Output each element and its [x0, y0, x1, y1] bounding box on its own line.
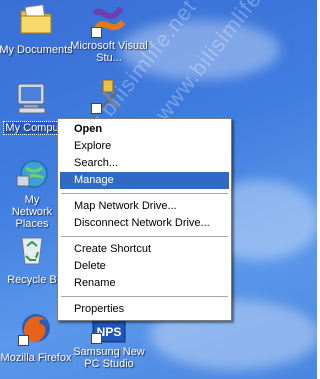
shortcut-arrow-icon	[91, 27, 102, 38]
menu-item-delete[interactable]: Delete	[60, 258, 229, 275]
menu-item-open[interactable]: Open	[60, 121, 229, 138]
desktop-icon-label: Recycle B	[7, 274, 57, 286]
recycle-bin-icon	[14, 232, 50, 268]
nps-icon: NPS	[91, 318, 127, 344]
desktop-icon-label: My Compu	[3, 121, 61, 135]
network-places-icon	[14, 156, 50, 192]
menu-item-rename[interactable]: Rename	[60, 275, 229, 292]
menu-item-map-network-drive[interactable]: Map Network Drive...	[60, 198, 229, 215]
desktop-icon-visual-studio[interactable]: Microsoft Visual Stu...	[67, 2, 151, 66]
menu-item-disconnect-network-drive[interactable]: Disconnect Network Drive...	[60, 215, 229, 232]
my-computer-icon	[14, 80, 50, 116]
visual-studio-icon	[91, 2, 127, 38]
menu-separator	[61, 236, 228, 237]
shortcut-arrow-icon	[91, 333, 102, 344]
desktop: www.bilisimlife.net www.bilisimlife.net …	[0, 0, 317, 379]
desktop-icon-label: My Network Places	[11, 194, 53, 230]
desktop-icon-label: My Documents	[0, 44, 73, 56]
menu-item-explore[interactable]: Explore	[60, 138, 229, 155]
desktop-icon-label: Samsung New PC Studio	[73, 346, 145, 370]
desktop-icon-samsung-pc-studio[interactable]: NPS Samsung New PC Studio	[67, 318, 151, 372]
desktop-icon-label: Microsoft Visual Stu...	[70, 40, 148, 64]
menu-item-create-shortcut[interactable]: Create Shortcut	[60, 241, 229, 258]
menu-item-search[interactable]: Search...	[60, 155, 229, 172]
menu-item-manage[interactable]: Manage	[60, 172, 229, 189]
desktop-icon-tools[interactable]	[67, 78, 151, 116]
menu-item-properties[interactable]: Properties	[60, 301, 229, 318]
menu-separator	[61, 296, 228, 297]
folder-documents-icon	[18, 2, 54, 38]
shortcut-arrow-icon	[18, 335, 29, 346]
firefox-icon	[18, 310, 54, 346]
context-menu: Open Explore Search... Manage Map Networ…	[57, 118, 232, 321]
shortcut-arrow-icon	[91, 103, 102, 114]
tools-shortcut-icon	[91, 78, 127, 114]
menu-separator	[61, 193, 228, 194]
desktop-icon-label: Mozilla Firefox	[0, 352, 72, 364]
